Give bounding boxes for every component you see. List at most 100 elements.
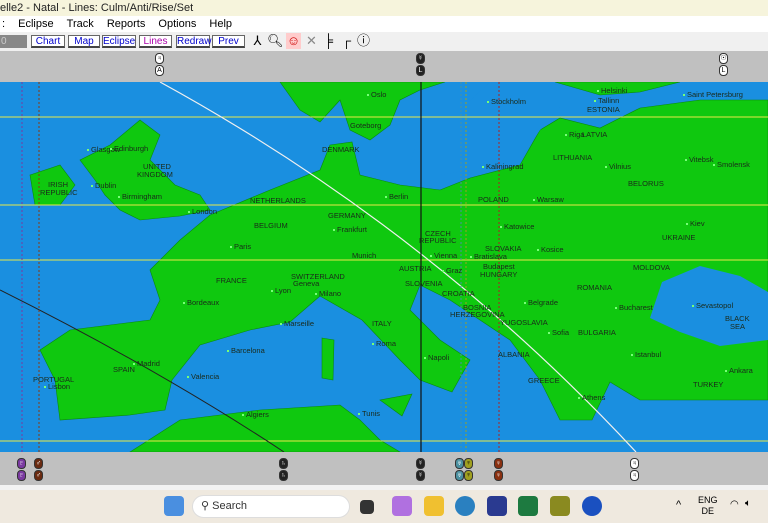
- file-explorer-icon[interactable]: [424, 496, 444, 516]
- value-field[interactable]: 0: [0, 35, 27, 48]
- planet-marker-icon[interactable]: ♆: [464, 458, 473, 469]
- info-icon[interactable]: ⓘ: [356, 33, 371, 49]
- face-icon[interactable]: ☺: [286, 33, 301, 49]
- country-label: ROMANIA: [577, 283, 613, 292]
- country-label: BELGIUM: [254, 221, 288, 230]
- country-label: REPUBLIC: [419, 236, 457, 245]
- title-bar: elle2 - Natal - Lines: Culm/Anti/Rise/Se…: [0, 0, 768, 16]
- city-label: Algiers: [242, 411, 269, 419]
- planet-marker-icon[interactable]: ♂: [34, 470, 43, 481]
- city-label: Frankfurt: [333, 226, 367, 234]
- planet-marker-icon[interactable]: ♀: [494, 458, 503, 469]
- country-label: HUNGARY: [480, 270, 518, 279]
- city-label: Vitebsk: [685, 156, 713, 164]
- lines-button[interactable]: Lines: [139, 35, 172, 48]
- planet-marker-icon[interactable]: ♄: [279, 458, 288, 469]
- lang-indicator[interactable]: ENG DE: [698, 495, 718, 517]
- windows-start-icon[interactable]: [164, 496, 184, 516]
- planet-marker-icon[interactable]: ☿: [416, 53, 425, 64]
- menu-options[interactable]: Options: [158, 16, 196, 32]
- person-icon[interactable]: ⅄: [250, 33, 265, 49]
- city-label: Berlin: [385, 193, 408, 201]
- planet-marker-icon[interactable]: ♅: [455, 470, 464, 481]
- zoom-icon[interactable]: 🔍︎: [267, 33, 284, 49]
- chart-button[interactable]: Chart: [31, 35, 65, 48]
- city-label: Paris: [230, 243, 251, 251]
- country-label: BULGARIA: [578, 328, 616, 337]
- world-map[interactable]: Oslo Stockholm Helsinki Saint Petersburg Tal…: [0, 82, 768, 452]
- city-label: Graz: [442, 267, 462, 275]
- menu-eclipse[interactable]: Eclipse: [18, 16, 53, 32]
- menu-reports[interactable]: Reports: [107, 16, 146, 32]
- volume-icon[interactable]: 🔈︎: [745, 498, 751, 509]
- taskbar-search[interactable]: ⚲ Search: [192, 495, 350, 518]
- planet-marker-icon[interactable]: A: [155, 65, 164, 76]
- country-label: Goteborg: [350, 121, 382, 130]
- country-label: BELORUS: [628, 179, 664, 188]
- planet-marker-icon[interactable]: L: [416, 65, 425, 76]
- country-label: LITHUANIA: [553, 153, 593, 162]
- city-label: Stockholm: [487, 98, 526, 106]
- city-label: Barcelona: [227, 347, 265, 355]
- globe-app-icon[interactable]: [582, 496, 602, 516]
- planet-marker-icon[interactable]: ♆: [464, 470, 473, 481]
- city-label: Milano: [315, 290, 341, 298]
- planet-marker-icon[interactable]: ☿: [416, 470, 425, 481]
- menu-item-partial[interactable]: :: [2, 16, 5, 32]
- country-label: CROATIA: [442, 289, 475, 298]
- planet-marker-icon[interactable]: ♄: [279, 470, 288, 481]
- city-label: Helsinki: [597, 87, 627, 95]
- region-label: DE: [701, 506, 715, 516]
- planet-marker-icon[interactable]: ☉: [719, 53, 728, 64]
- prev-button[interactable]: Prev: [212, 35, 245, 48]
- wifi-icon[interactable]: ◠: [730, 499, 739, 510]
- city-label: Marseille: [280, 320, 314, 328]
- bottom-planet-strip: ♇ ♇ ♂ ♂ ♄ ♄ ☿ ☿ ♅ ♅ ♆ ♆ ♀ ♀ ♃ ♃: [0, 452, 768, 485]
- taskbar: ⚲ Search ^ ENG DE ◠ 🔈︎: [0, 490, 768, 523]
- cross-icon[interactable]: ✕: [304, 33, 319, 49]
- planet-marker-icon[interactable]: ♂: [34, 458, 43, 469]
- land-sardinia: [321, 337, 335, 381]
- copilot-icon[interactable]: [392, 496, 412, 516]
- planet-marker-icon[interactable]: ♃: [630, 458, 639, 469]
- city-label: Kiev: [686, 220, 705, 228]
- planet-marker-icon[interactable]: ♇: [17, 470, 26, 481]
- planet-marker-icon[interactable]: ♃: [155, 53, 164, 64]
- country-label: SLOVENIA: [405, 279, 443, 288]
- land-sicily: [379, 393, 413, 417]
- pin-icon[interactable]: ╞: [321, 33, 336, 49]
- city-label: Oslo: [367, 91, 386, 99]
- planet-marker-icon[interactable]: ♃: [630, 470, 639, 481]
- planet-marker-icon[interactable]: L: [719, 65, 728, 76]
- edge-icon[interactable]: [455, 496, 475, 516]
- planet-marker-icon[interactable]: ♇: [17, 458, 26, 469]
- eclipse-button[interactable]: Eclipse: [102, 35, 136, 48]
- redraw-button[interactable]: Redraw: [176, 35, 211, 48]
- excel-icon[interactable]: [518, 496, 538, 516]
- city-label: Lisbon: [44, 383, 70, 391]
- country-label: ALBANIA: [498, 350, 530, 359]
- lang-label: ENG: [698, 495, 718, 505]
- map-button[interactable]: Map: [68, 35, 100, 48]
- planet-marker-icon[interactable]: ☿: [416, 458, 425, 469]
- city-label: Smolensk: [713, 161, 750, 169]
- country-label: GREECE: [528, 376, 560, 385]
- city-label: Valencia: [187, 373, 219, 381]
- country-label: REPUBLIC: [40, 188, 78, 197]
- astrology-app-icon[interactable]: [550, 496, 570, 516]
- menu-track[interactable]: Track: [67, 16, 94, 32]
- city-label: Istanbul: [631, 351, 661, 359]
- store-icon[interactable]: [487, 496, 507, 516]
- planet-marker-icon[interactable]: ♅: [455, 458, 464, 469]
- search-placeholder: Search: [212, 500, 247, 512]
- planet-marker-icon[interactable]: ♀: [494, 470, 503, 481]
- city-label: London: [188, 208, 217, 216]
- chart-point-icon[interactable]: ┌: [339, 33, 354, 49]
- toolbar: 0 Chart Map Eclipse Lines Redraw Prev ⅄ …: [0, 32, 768, 51]
- country-label: SEA: [730, 322, 746, 331]
- task-view-icon[interactable]: [360, 500, 374, 514]
- tray-chevron-icon[interactable]: ^: [676, 499, 681, 511]
- menu-help[interactable]: Help: [209, 16, 232, 32]
- city-label: Kaliningrad: [482, 163, 524, 171]
- top-planet-strip: ♃ A ☿ L ☉ L: [0, 51, 768, 82]
